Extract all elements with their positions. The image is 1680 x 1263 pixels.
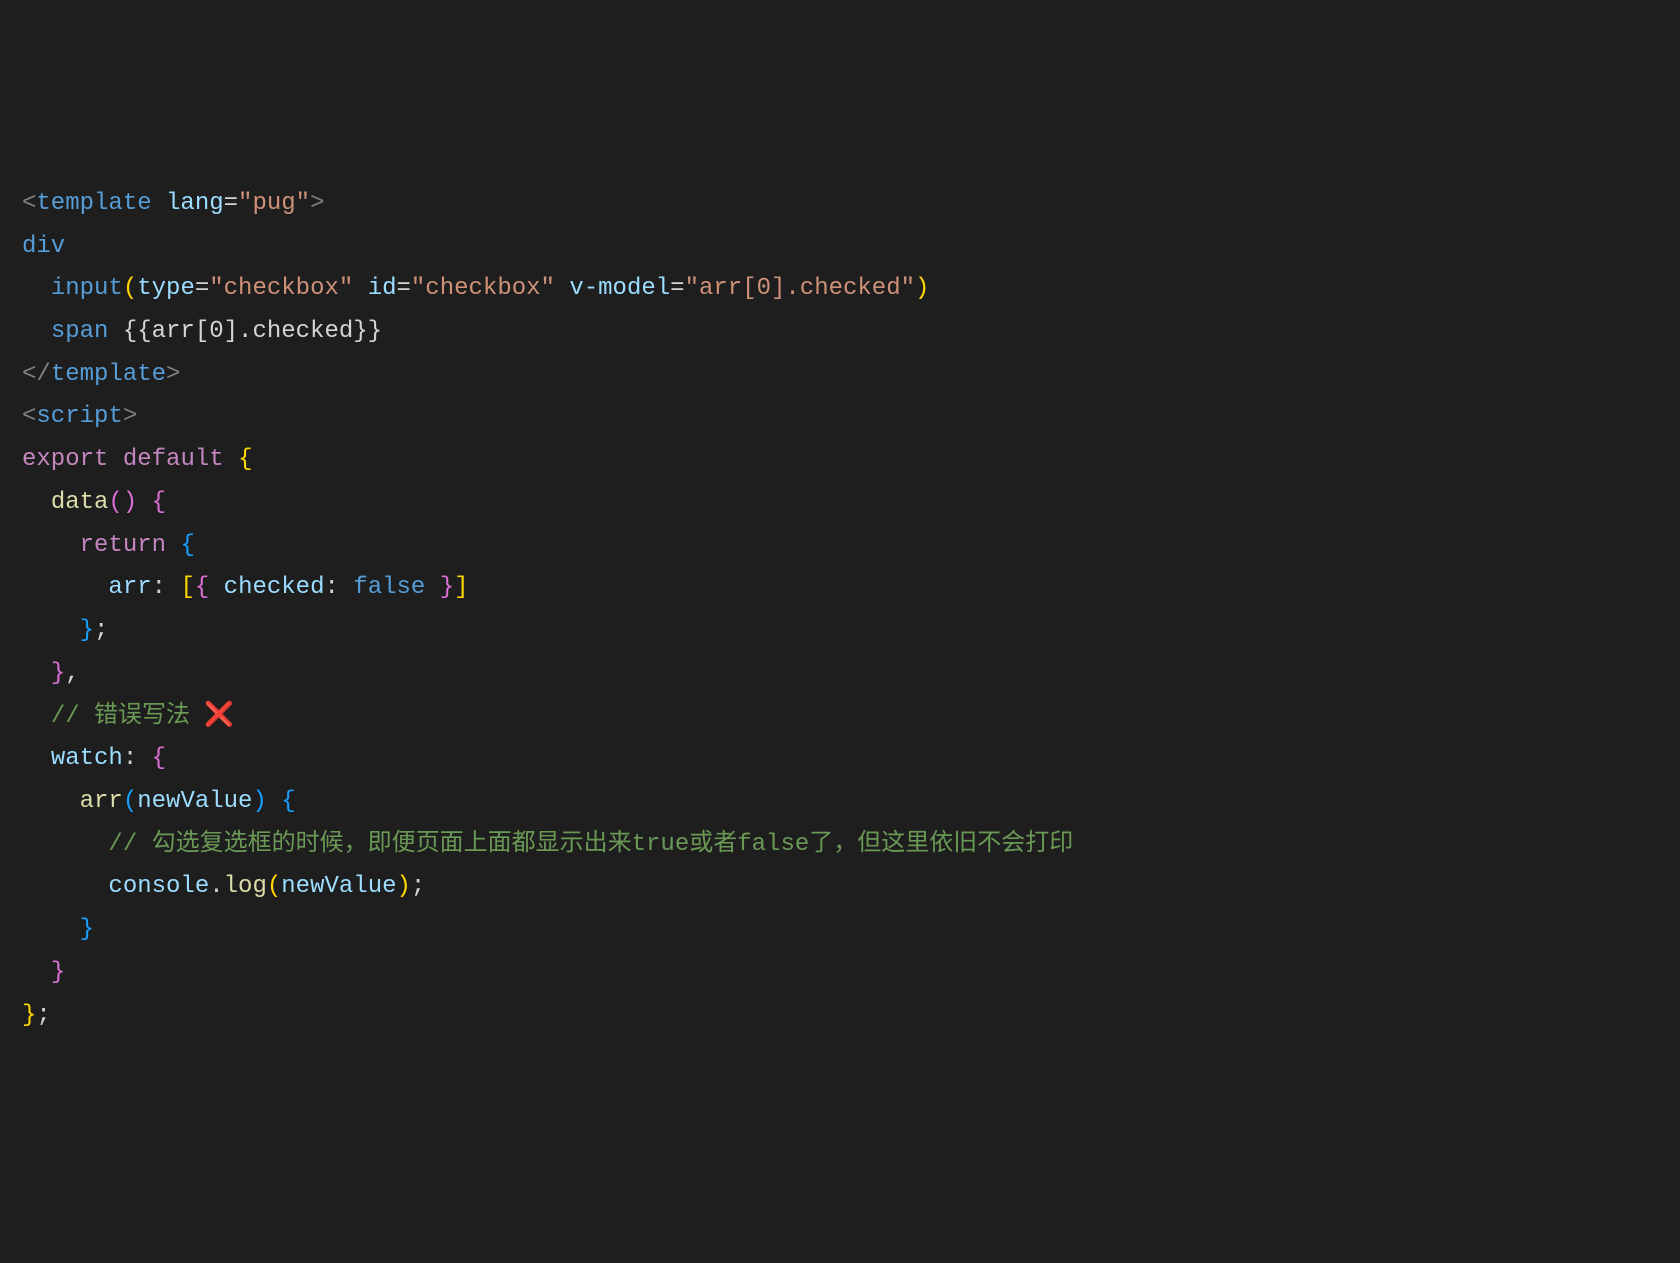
paren-close: ) — [915, 275, 929, 302]
colon: : — [325, 574, 339, 601]
attr-id: id — [368, 275, 397, 302]
paren-open: ( — [123, 275, 137, 302]
brace-open: { — [180, 532, 194, 559]
code-editor[interactable]: <template lang="pug"> div input(type="ch… — [0, 183, 1680, 1037]
bool-false: false — [353, 574, 425, 601]
dot: . — [209, 873, 223, 900]
keyword-default: default — [123, 446, 224, 473]
pug-input: input — [51, 275, 123, 302]
brace-close: } — [80, 916, 94, 943]
comment-wrong: // 错误写法 — [51, 703, 205, 730]
tag-template: template — [36, 190, 151, 217]
attr-type-value: "checkbox" — [209, 275, 353, 302]
brace-close: } — [80, 617, 94, 644]
brace-close: } — [440, 574, 454, 601]
bracket-open: [ — [180, 574, 194, 601]
code-content: <template lang="pug"> div input(type="ch… — [0, 183, 1680, 1037]
colon: : — [152, 574, 166, 601]
tag-bracket: > — [166, 361, 180, 388]
attr-lang-value: "pug" — [238, 190, 310, 217]
semicolon: ; — [411, 873, 425, 900]
tag-template-close: template — [51, 361, 166, 388]
tag-bracket: < — [22, 403, 36, 430]
equals: = — [224, 190, 238, 217]
obj-console: console — [108, 873, 209, 900]
bracket-close: ] — [454, 574, 468, 601]
prop-arr: arr — [108, 574, 151, 601]
prop-watch: watch — [51, 745, 123, 772]
cross-icon: ❌ — [204, 703, 234, 730]
brace-open: { — [195, 574, 209, 601]
param-newvalue: newValue — [281, 873, 396, 900]
method-log: log — [224, 873, 267, 900]
brace-open: { — [238, 446, 252, 473]
brace-close: } — [51, 959, 65, 986]
tag-bracket: > — [123, 403, 137, 430]
brace-close: } — [22, 1002, 36, 1029]
comma: , — [65, 660, 79, 687]
attr-id-value: "checkbox" — [411, 275, 555, 302]
paren-close: ) — [397, 873, 411, 900]
paren-open: ( — [123, 788, 137, 815]
pug-span: span — [51, 318, 109, 345]
brace-open: { — [152, 489, 166, 516]
tag-bracket: > — [310, 190, 324, 217]
attr-vmodel: v-model — [569, 275, 670, 302]
keyword-export: export — [22, 446, 108, 473]
method-arr: arr — [80, 788, 123, 815]
tag-bracket: </ — [22, 361, 51, 388]
pug-div: div — [22, 233, 65, 260]
prop-checked: checked — [224, 574, 325, 601]
comment-explain: // 勾选复选框的时候，即便页面上面都显示出来true或者false了，但这里依… — [108, 831, 1073, 858]
attr-lang: lang — [166, 190, 224, 217]
param-newvalue: newValue — [137, 788, 252, 815]
semicolon: ; — [36, 1002, 50, 1029]
method-data: data — [51, 489, 109, 516]
keyword-return: return — [80, 532, 166, 559]
pug-span-text: {{arr[0].checked}} — [108, 318, 382, 345]
brace-open: { — [281, 788, 295, 815]
attr-type: type — [137, 275, 195, 302]
equals: = — [397, 275, 411, 302]
tag-script: script — [36, 403, 122, 430]
attr-vmodel-value: "arr[0].checked" — [685, 275, 915, 302]
paren-close: ) — [123, 489, 137, 516]
semicolon: ; — [94, 617, 108, 644]
paren-open: ( — [267, 873, 281, 900]
paren-close: ) — [252, 788, 266, 815]
brace-close: } — [51, 660, 65, 687]
colon: : — [123, 745, 137, 772]
brace-open: { — [152, 745, 166, 772]
paren-open: ( — [108, 489, 122, 516]
equals: = — [670, 275, 684, 302]
tag-bracket: < — [22, 190, 36, 217]
equals: = — [195, 275, 209, 302]
